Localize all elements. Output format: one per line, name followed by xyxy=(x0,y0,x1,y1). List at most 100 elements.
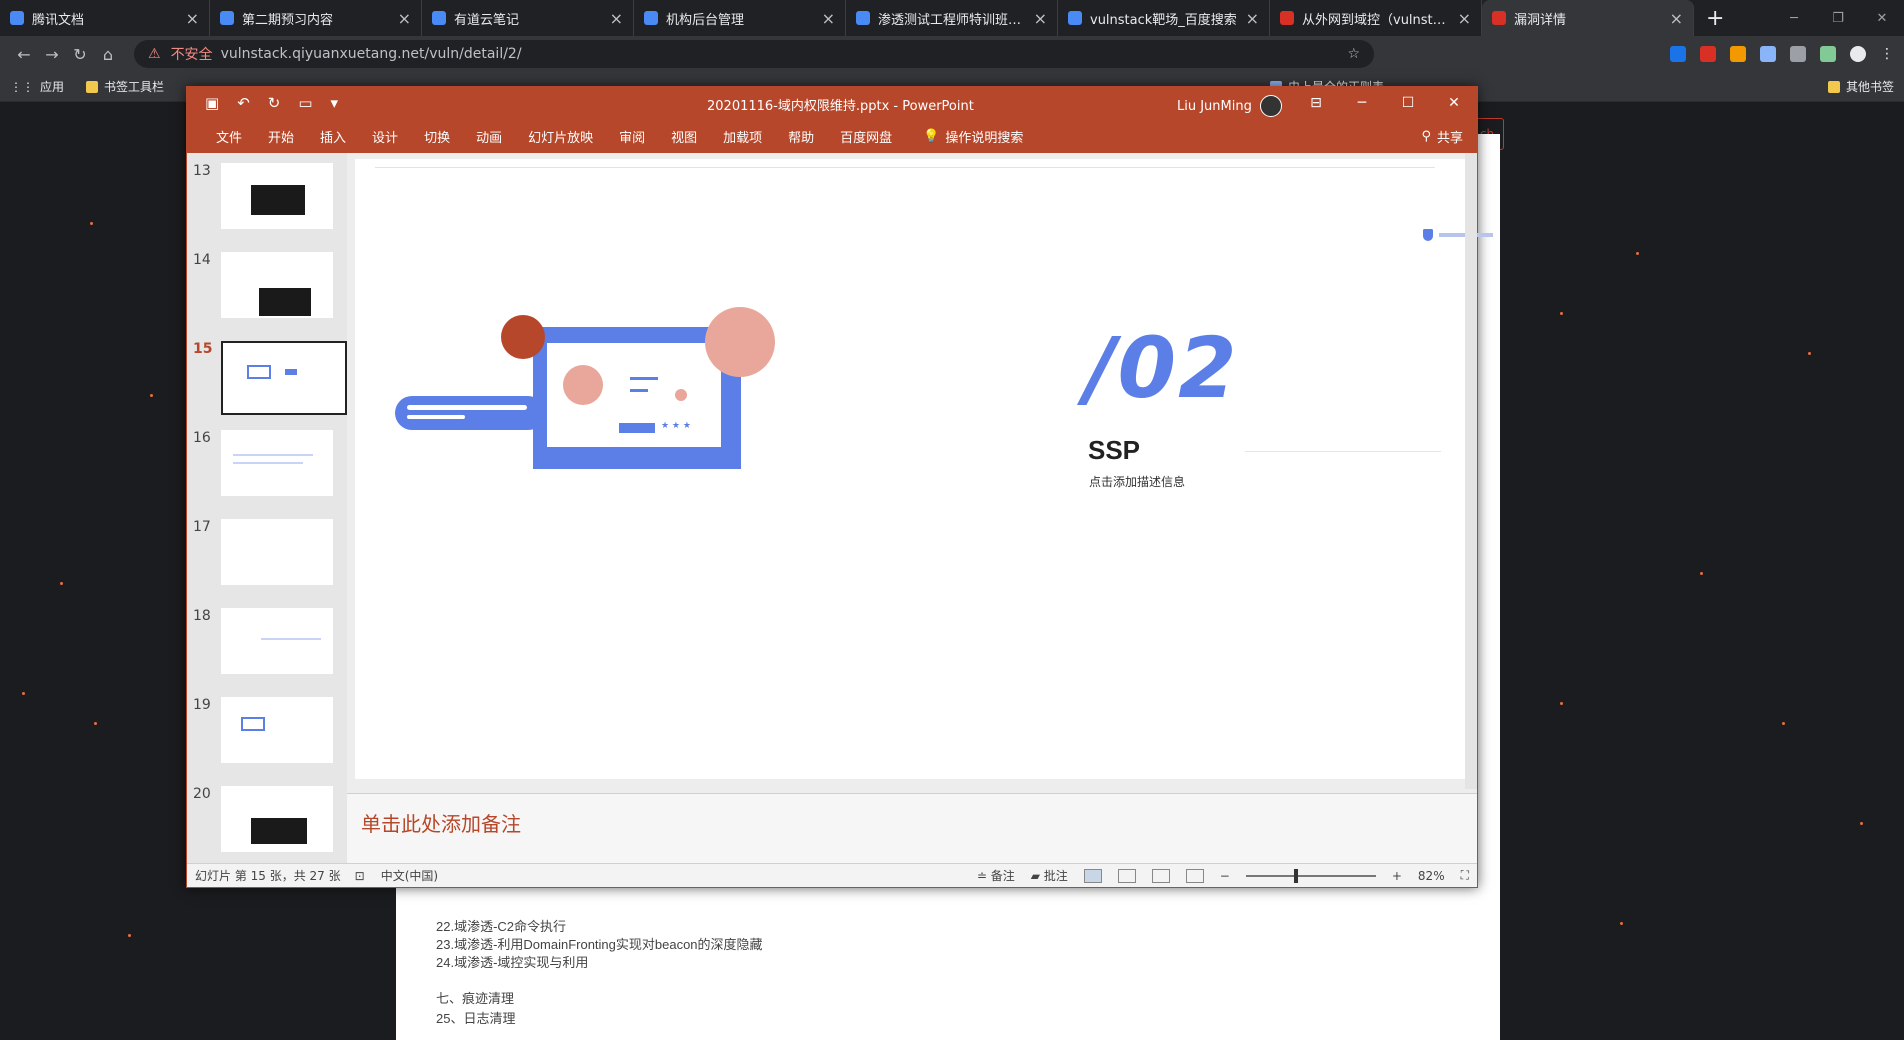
close-icon[interactable]: × xyxy=(610,9,623,28)
browser-tab-active[interactable]: 漏洞详情 × xyxy=(1482,0,1694,36)
ribbon-tab-baidu-netdisk[interactable]: 百度网盘 xyxy=(827,127,905,146)
reload-icon[interactable]: ↻ xyxy=(66,45,94,64)
browser-tab[interactable]: 机构后台管理 × xyxy=(634,0,846,36)
tab-favicon-icon xyxy=(644,11,658,25)
zoom-out-button[interactable]: − xyxy=(1220,869,1230,883)
ribbon-tab-help[interactable]: 帮助 xyxy=(775,127,827,146)
slide-thumbnail[interactable]: 19 xyxy=(187,695,347,783)
language-indicator[interactable]: 中文(中国) xyxy=(381,867,438,884)
insecure-warning-icon[interactable]: ⚠ xyxy=(148,46,161,62)
zoom-slider-thumb[interactable] xyxy=(1293,868,1298,883)
bookmark-apps[interactable]: ⋮⋮ 应用 xyxy=(10,78,64,95)
thumbnail-preview xyxy=(221,786,333,852)
normal-view-button[interactable] xyxy=(1083,868,1102,883)
ribbon-tab-slideshow[interactable]: 幻灯片放映 xyxy=(515,127,606,146)
new-tab-button[interactable]: + xyxy=(1694,6,1736,31)
signed-in-user[interactable]: Liu JunMing xyxy=(1177,95,1282,117)
browser-tab[interactable]: 腾讯文档 × xyxy=(0,0,210,36)
notes-toggle-button[interactable]: ≐ 备注 xyxy=(977,867,1015,884)
slide-thumbnail[interactable]: 18 xyxy=(187,606,347,694)
browser-tab[interactable]: 有道云笔记 × xyxy=(422,0,634,36)
close-icon[interactable]: × xyxy=(186,9,199,28)
profile-avatar[interactable] xyxy=(1850,46,1866,62)
ribbon-tab-view[interactable]: 视图 xyxy=(658,127,710,146)
ribbon-tab-insert[interactable]: 插入 xyxy=(307,127,359,146)
ribbon-tab-home[interactable]: 开始 xyxy=(255,127,307,146)
tell-me-search[interactable]: 💡 操作说明搜索 xyxy=(923,127,1023,146)
menu-kebab-icon[interactable]: ⋮ xyxy=(1880,46,1894,62)
slide-thumbnail[interactable]: 14 xyxy=(187,250,347,338)
home-icon[interactable]: ⌂ xyxy=(94,45,122,64)
reading-view-button[interactable] xyxy=(1151,868,1170,883)
bookmark-star-icon[interactable]: ☆ xyxy=(1347,46,1360,62)
extension-icon[interactable] xyxy=(1670,46,1686,62)
zoom-in-button[interactable]: + xyxy=(1392,869,1402,883)
url-field[interactable]: ⚠ 不安全 vulnstack.qiyuanxuetang.net/vuln/d… xyxy=(134,40,1374,68)
brand-logo xyxy=(1423,229,1493,241)
share-button[interactable]: ⚲ 共享 xyxy=(1421,127,1463,146)
extension-icon[interactable] xyxy=(1790,46,1806,62)
browser-tab[interactable]: vulnstack靶场_百度搜索 × xyxy=(1058,0,1270,36)
spell-check-icon[interactable]: ⊡ xyxy=(355,869,365,883)
ribbon-tab-transitions[interactable]: 切换 xyxy=(411,127,463,146)
slide-divider xyxy=(1245,451,1441,452)
browser-tab[interactable]: 渗透测试工程师特训班（K × xyxy=(846,0,1058,36)
ribbon-tab-review[interactable]: 审阅 xyxy=(606,127,658,146)
back-icon[interactable]: ← xyxy=(10,45,38,64)
close-icon[interactable]: ✕ xyxy=(1860,11,1904,26)
extension-icon[interactable] xyxy=(1820,46,1836,62)
thumbnail-preview xyxy=(221,163,333,229)
close-icon[interactable]: × xyxy=(1458,9,1471,28)
slide-title[interactable]: SSP xyxy=(1088,435,1140,466)
forward-icon[interactable]: → xyxy=(38,45,66,64)
slide-thumbnail-selected[interactable]: 15 xyxy=(187,339,347,427)
notes-pane[interactable]: 单击此处添加备注 xyxy=(347,793,1477,863)
bookmark-folder[interactable]: 书签工具栏 xyxy=(86,78,164,95)
close-icon[interactable]: ✕ xyxy=(1431,87,1477,119)
extension-icon[interactable] xyxy=(1730,46,1746,62)
slide-thumbnail[interactable]: 20 xyxy=(187,784,347,863)
shield-icon xyxy=(1423,229,1433,241)
zoom-level[interactable]: 82% xyxy=(1418,869,1445,883)
minimize-icon[interactable]: ─ xyxy=(1772,11,1816,26)
close-icon[interactable]: × xyxy=(1034,9,1047,28)
current-slide[interactable]: ★ ★ ★ /02 SSP 点击添加描述信息 xyxy=(355,159,1493,779)
customize-qat-icon[interactable]: ▾ xyxy=(331,94,339,112)
bookmark-other[interactable]: 其他书签 xyxy=(1827,78,1894,95)
tab-label: 第二期预习内容 xyxy=(242,12,334,28)
ribbon-display-options-icon[interactable]: ⊟ xyxy=(1293,87,1339,119)
undo-icon[interactable]: ↶ xyxy=(237,94,250,112)
close-icon[interactable]: × xyxy=(1246,9,1259,28)
slideshow-view-button[interactable] xyxy=(1185,868,1204,883)
save-icon[interactable]: ▣ xyxy=(205,94,219,112)
fit-to-window-icon[interactable]: ⛶ xyxy=(1461,868,1469,883)
zoom-slider[interactable] xyxy=(1245,868,1376,883)
slide-thumbnail[interactable]: 17 xyxy=(187,517,347,605)
close-icon[interactable]: × xyxy=(822,9,835,28)
ribbon-tab-animations[interactable]: 动画 xyxy=(463,127,515,146)
address-bar-row: ← → ↻ ⌂ ⚠ 不安全 vulnstack.qiyuanxuetang.ne… xyxy=(0,36,1904,72)
browser-tab[interactable]: 从外网到域控（vulnstack × xyxy=(1270,0,1482,36)
comments-toggle-button[interactable]: ▰ 批注 xyxy=(1031,867,1068,884)
redo-icon[interactable]: ↻ xyxy=(268,94,281,112)
restore-icon[interactable]: ❐ xyxy=(1816,11,1860,26)
close-icon[interactable]: × xyxy=(1670,9,1683,28)
maximize-icon[interactable]: ☐ xyxy=(1385,87,1431,119)
slide-thumbnail[interactable]: 13 xyxy=(187,161,347,249)
slide-sorter-view-button[interactable] xyxy=(1117,868,1136,883)
start-slideshow-icon[interactable]: ▭ xyxy=(298,94,312,112)
ribbon-tab-file[interactable]: 文件 xyxy=(203,127,255,146)
close-icon[interactable]: × xyxy=(398,9,411,28)
extension-icon[interactable] xyxy=(1760,46,1776,62)
ribbon-tab-design[interactable]: 设计 xyxy=(359,127,411,146)
folder-icon xyxy=(1827,80,1840,93)
browser-tab[interactable]: 第二期预习内容 × xyxy=(210,0,422,36)
slide-thumbnail[interactable]: 16 xyxy=(187,428,347,516)
tab-favicon-icon xyxy=(1280,11,1294,25)
extension-icon[interactable] xyxy=(1700,46,1716,62)
slide-description[interactable]: 点击添加描述信息 xyxy=(1089,473,1185,490)
ribbon-tab-addins[interactable]: 加载项 xyxy=(710,127,775,146)
editor-vscroll[interactable] xyxy=(1465,153,1477,789)
minimize-icon[interactable]: ─ xyxy=(1339,87,1385,119)
background-star xyxy=(1636,252,1639,255)
